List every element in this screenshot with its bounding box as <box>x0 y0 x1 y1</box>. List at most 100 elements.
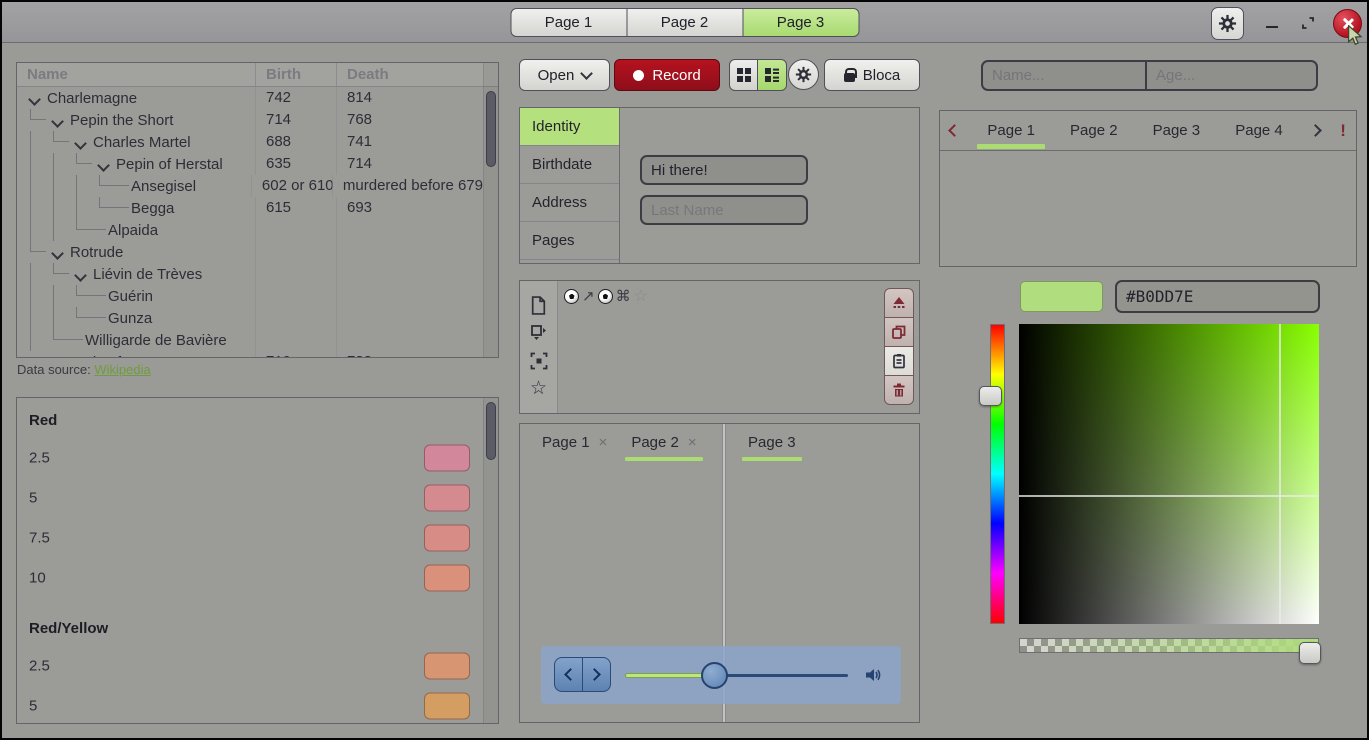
column-header-death[interactable]: Death <box>336 63 498 86</box>
expander[interactable] <box>46 249 68 258</box>
hue-slider-handle[interactable] <box>979 386 1002 406</box>
form-tab-strip: IdentityBirthdateAddressPages <box>520 108 620 263</box>
tree-birth-cell: 635 <box>255 153 336 175</box>
tree-row[interactable]: Willigarde de Bavière <box>17 329 483 351</box>
tree-row[interactable]: Rotrude <box>17 241 483 263</box>
age-input[interactable] <box>1147 62 1318 89</box>
tree-connector <box>30 241 46 252</box>
close-tab-icon[interactable]: × <box>688 434 697 451</box>
bloca-button[interactable]: Bloca <box>824 59 920 91</box>
form-tab-pages[interactable]: Pages <box>520 222 619 260</box>
tree-row[interactable]: Charlemagne742814 <box>17 87 483 109</box>
tree-row[interactable]: Alpaida <box>17 219 483 241</box>
new-file-icon[interactable] <box>530 296 547 315</box>
last-name-input[interactable] <box>640 195 808 225</box>
doc-tab-page-2[interactable]: Page 2× <box>619 424 708 461</box>
hex-color-input[interactable] <box>1115 280 1320 313</box>
form-tab-address[interactable]: Address <box>520 184 619 222</box>
palette-item[interactable]: 5 <box>17 478 498 518</box>
tree-row[interactable]: Guérin <box>17 285 483 307</box>
carousel-tab-label: Page 4 <box>1235 122 1283 139</box>
carousel-tab-page-1[interactable]: Page 1 <box>970 111 1053 151</box>
tree-row[interactable]: Gunza <box>17 307 483 329</box>
tree-scrollbar[interactable] <box>483 63 498 357</box>
favorite-icon[interactable]: ☆ <box>530 379 547 398</box>
paste-button[interactable] <box>884 346 914 376</box>
palette-item[interactable]: 7.5 <box>17 518 498 558</box>
bloca-button-label: Bloca <box>863 67 901 84</box>
settings-round-button[interactable] <box>788 59 819 90</box>
open-split-button[interactable]: Open <box>519 59 610 91</box>
palette-item[interactable]: 2.5 <box>17 646 498 686</box>
expander[interactable] <box>69 271 91 280</box>
focus-icon[interactable] <box>530 352 548 370</box>
left-icon-strip: ☆ <box>520 281 558 413</box>
tree-row[interactable]: Pepin the Short714768 <box>17 109 483 131</box>
tree-row[interactable]: Pepin of Herstal635714 <box>17 153 483 175</box>
delete-button[interactable] <box>884 375 914 405</box>
titlebar-page-tabs: Page 1Page 2Page 3 <box>510 8 859 37</box>
palette-item[interactable]: 5 <box>17 686 498 724</box>
saturation-value-box[interactable] <box>1019 324 1319 624</box>
expander[interactable] <box>46 117 68 126</box>
copy-button[interactable] <box>884 317 914 347</box>
upload-button[interactable] <box>884 288 914 318</box>
record-button[interactable]: Record <box>614 59 720 91</box>
grid-view-toggle[interactable] <box>729 59 759 91</box>
expander[interactable] <box>23 95 45 104</box>
doc-tab-page-3[interactable]: Page 3 <box>736 424 808 461</box>
tree-name-cell: Pepin the Short <box>17 109 255 131</box>
next-button[interactable] <box>582 657 611 692</box>
tree-connector <box>76 285 106 296</box>
tree-row[interactable]: Ansegisel602 or 610murdered before 679 <box>17 175 483 197</box>
tree-birth-cell <box>255 329 336 351</box>
column-header-birth[interactable]: Birth <box>255 63 336 86</box>
wikipedia-link[interactable]: Wikipedia <box>94 362 150 377</box>
volume-icon[interactable] <box>865 667 883 683</box>
titlebar-tab-page-1[interactable]: Page 1 <box>510 8 627 37</box>
palette-item[interactable]: 10 <box>17 558 498 598</box>
carousel-prev-button[interactable] <box>940 126 970 135</box>
previous-button[interactable] <box>554 657 583 692</box>
name-input[interactable] <box>983 62 1145 89</box>
palette-color-swatch <box>424 525 470 552</box>
resize-icon[interactable] <box>530 324 548 342</box>
carousel-tab-page-2[interactable]: Page 2 <box>1052 111 1135 151</box>
seek-slider-handle[interactable] <box>701 662 728 689</box>
tree-row[interactable]: Begga615693 <box>17 197 483 219</box>
tree-birth-cell <box>255 307 336 329</box>
emoji-text-row: ↗⌘☆ <box>564 286 648 306</box>
doc-tab-page-1[interactable]: Page 1× <box>530 424 619 461</box>
expander[interactable] <box>92 161 114 170</box>
expander[interactable] <box>69 139 91 148</box>
palette-item[interactable]: 2.5 <box>17 438 498 478</box>
tree-item-name: Gunza <box>108 310 152 327</box>
titlebar-tab-page-2[interactable]: Page 2 <box>626 8 743 37</box>
tree-row[interactable]: Bertrade of Laon719783 <box>17 351 483 357</box>
tree-guide-line <box>30 219 46 241</box>
tree-death-cell: 693 <box>336 197 483 219</box>
tree-connector <box>76 307 106 318</box>
tree-scrollbar-thumb[interactable] <box>486 91 496 167</box>
column-header-name[interactable]: Name <box>17 63 255 86</box>
carousel-tab-page-3[interactable]: Page 3 <box>1135 111 1218 151</box>
maximize-button[interactable] <box>1296 11 1320 35</box>
palette-scrollbar[interactable] <box>483 398 498 723</box>
alpha-slider[interactable] <box>1019 638 1319 653</box>
close-tab-icon[interactable]: × <box>599 434 608 451</box>
hue-slider[interactable] <box>990 324 1005 624</box>
first-name-input[interactable] <box>640 155 808 185</box>
carousel-tab-page-4[interactable]: Page 4 <box>1218 111 1301 151</box>
tree-row[interactable]: Charles Martel688741 <box>17 131 483 153</box>
form-tab-birthdate[interactable]: Birthdate <box>520 146 619 184</box>
settings-button[interactable] <box>1211 7 1244 40</box>
carousel-next-button[interactable] <box>1300 126 1330 135</box>
minimize-button[interactable] <box>1260 11 1284 35</box>
tree-birth-cell <box>255 241 336 263</box>
form-tab-identity[interactable]: Identity <box>520 108 619 146</box>
tree-row[interactable]: Liévin de Trèves <box>17 263 483 285</box>
titlebar-tab-page-3[interactable]: Page 3 <box>742 8 859 37</box>
list-view-toggle[interactable] <box>757 59 787 91</box>
palette-scrollbar-thumb[interactable] <box>486 402 496 460</box>
alpha-slider-handle[interactable] <box>1299 642 1321 664</box>
